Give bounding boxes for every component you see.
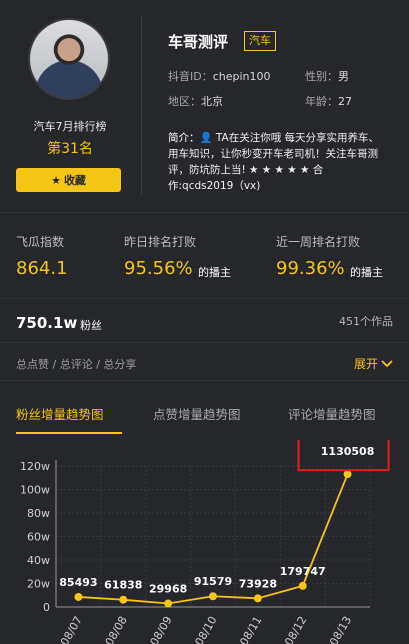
data-label: 73928 <box>239 577 277 590</box>
x-tick-label: 08/07 <box>58 614 85 644</box>
y-tick-label: 80w <box>27 507 50 520</box>
x-tick-label: 08/13 <box>327 614 354 644</box>
data-point <box>74 592 83 601</box>
y-tick-label: 40w <box>27 554 50 567</box>
section-divider <box>0 380 409 381</box>
x-tick-label: 08/08 <box>103 614 130 644</box>
douyin-id: 抖音ID：chepin100 <box>168 70 271 83</box>
section-divider <box>0 298 409 299</box>
account-name: 车哥测评 <box>168 33 229 51</box>
rank-position: 第31名 <box>47 141 93 157</box>
works-count[interactable]: 451个作品 <box>339 313 393 329</box>
fans-count: 750.1w <box>16 314 78 332</box>
favorite-button[interactable]: ★ 收藏 <box>16 168 121 192</box>
x-tick-label: 08/09 <box>148 614 175 644</box>
stat-label-week: 近一周排名打败 <box>276 235 361 249</box>
data-label: 91579 <box>194 575 232 588</box>
section-divider <box>0 342 409 343</box>
data-point <box>209 592 217 601</box>
chevron-down-icon <box>381 359 393 367</box>
divider <box>141 16 142 196</box>
stat-label-yesterday: 昨日排名打败 <box>124 235 197 249</box>
avatar <box>28 18 110 100</box>
x-tick-label: 08/11 <box>237 614 264 644</box>
x-tick-label: 08/12 <box>282 614 309 644</box>
data-label: 179747 <box>280 565 326 578</box>
data-label: 29968 <box>149 582 187 595</box>
bio: 简介：👤 TA在关注你哦 每天分享实用养车、用车知识，让你秒变开车老司机！关注车… <box>168 130 388 194</box>
expand-button[interactable]: 展开 <box>354 355 393 372</box>
favorite-label: 收藏 <box>63 174 86 187</box>
data-point <box>343 470 352 479</box>
stat-value-yesterday: 95.56% <box>124 258 193 279</box>
bio-label: 简介： <box>168 132 200 144</box>
category-tag[interactable]: 汽车 <box>244 31 276 51</box>
stat-value-index: 864.1 <box>16 258 68 279</box>
star-icon: ★ <box>51 173 61 187</box>
region: 地区：北京 <box>168 95 223 108</box>
data-label: 85493 <box>59 576 97 589</box>
y-tick-label: 100w <box>20 484 50 497</box>
stat-suffix-week: 的播主 <box>350 266 383 279</box>
expand-label: 展开 <box>353 357 378 371</box>
fans-label: 粉丝 <box>80 319 102 332</box>
data-point <box>298 581 307 590</box>
data-label: 61838 <box>104 579 142 592</box>
section-divider <box>0 212 409 213</box>
fans-trend-chart: 0 20w 40w 60w 80w 100w 120w 85493 61838 29968 9157… <box>20 440 390 644</box>
active-tab-underline <box>16 432 122 434</box>
y-tick-label: 20w <box>27 578 50 591</box>
stat-value-week: 99.36% <box>276 258 345 279</box>
stat-label-index: 飞瓜指数 <box>16 235 65 249</box>
x-tick-label: 08/10 <box>192 614 219 644</box>
data-point <box>164 599 173 608</box>
totals-links[interactable]: 总点赞 / 总评论 / 总分享 <box>16 356 136 372</box>
data-point <box>253 594 262 603</box>
y-tick-label: 60w <box>27 531 50 544</box>
tab-likes-trend[interactable]: 点赞增量趋势图 <box>153 404 241 423</box>
y-tick-label: 120w <box>20 460 50 473</box>
y-tick-label: 0 <box>43 601 50 614</box>
tab-fans-trend[interactable]: 粉丝增量趋势图 <box>16 404 104 423</box>
age: 年龄：27 <box>305 95 352 108</box>
person-icon: 👤 <box>199 132 213 144</box>
stat-suffix-yesterday: 的播主 <box>198 266 231 279</box>
tab-comments-trend[interactable]: 评论增量趋势图 <box>288 404 376 423</box>
gender: 性别：男 <box>305 70 349 83</box>
data-point <box>119 595 128 604</box>
rank-title: 汽车7月排行榜 <box>33 120 107 133</box>
data-label: 1130508 <box>321 445 375 458</box>
